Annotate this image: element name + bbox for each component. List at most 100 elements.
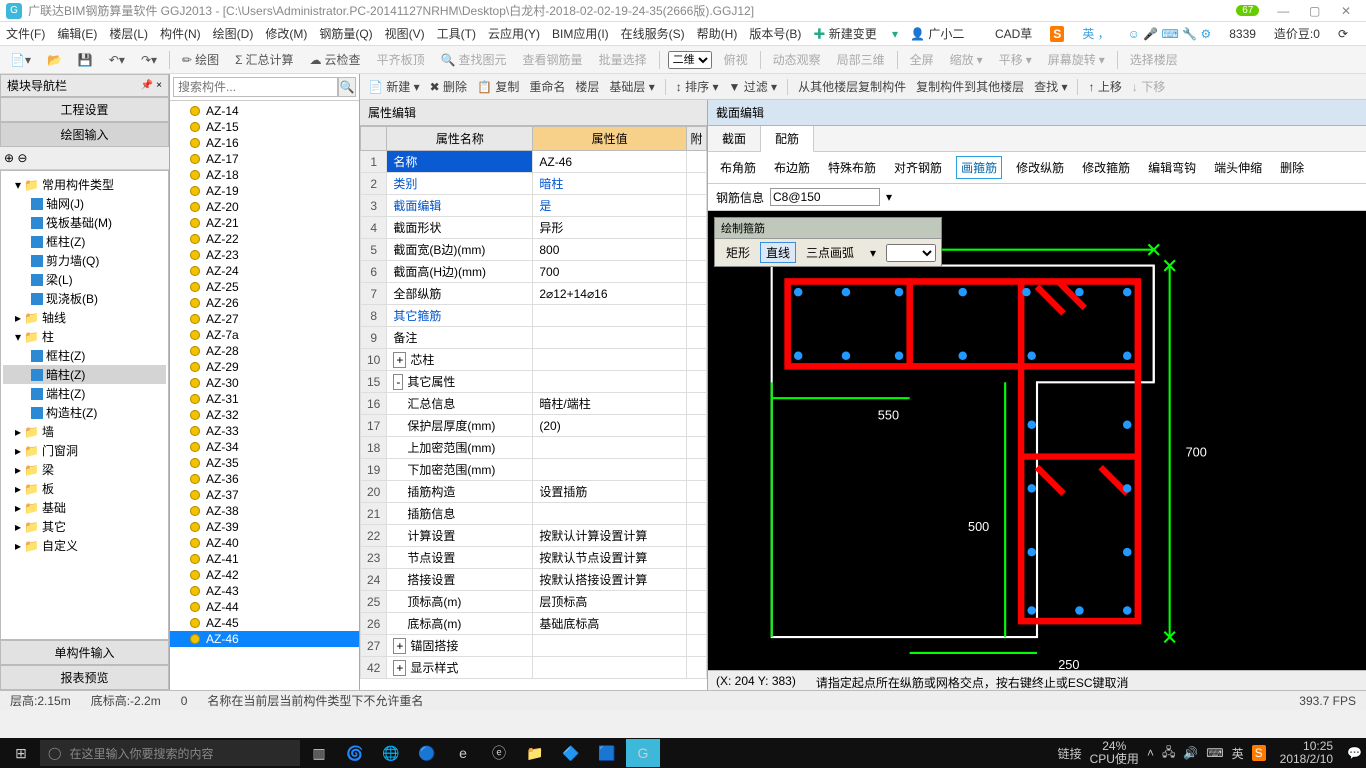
ie-icon[interactable]: ⓔ [482, 739, 516, 767]
sogou-ime-icon[interactable]: S [1050, 26, 1064, 42]
component-item[interactable]: AZ-34 [170, 439, 359, 455]
rebar-tool[interactable]: 编辑弯钩 [1144, 157, 1200, 178]
draw-mode[interactable]: 直线 [760, 242, 796, 263]
tab-section[interactable]: 截面 [708, 126, 761, 151]
network-icon[interactable]: 🖧 [1162, 743, 1175, 764]
fullscreen-button[interactable]: 全屏 [906, 49, 938, 70]
rebar-info-input[interactable] [770, 188, 880, 206]
component-item[interactable]: AZ-16 [170, 135, 359, 151]
menu-component[interactable]: 构件(N) [160, 25, 201, 42]
app-icon-3[interactable]: 🔵 [410, 739, 444, 767]
rebar-tool[interactable]: 特殊布筋 [824, 157, 880, 178]
component-item[interactable]: AZ-15 [170, 119, 359, 135]
component-item[interactable]: AZ-26 [170, 295, 359, 311]
keyboard-icon[interactable]: ⌨ [1206, 746, 1223, 760]
move-down-button[interactable]: ↓ 下移 [1132, 78, 1165, 95]
redo-icon[interactable]: ↷▾ [137, 51, 161, 69]
property-row[interactable]: 24搭接设置按默认搭接设置计算 [361, 569, 707, 591]
ime-tool-icons[interactable]: ☺ 🎤 ⌨ 🔧 ⚙ [1128, 27, 1212, 41]
copy-to-floor-button[interactable]: 复制构件到其他楼层 [916, 78, 1024, 95]
component-item[interactable]: AZ-46 [170, 631, 359, 647]
component-item[interactable]: AZ-29 [170, 359, 359, 375]
tree-node[interactable]: 梁(L) [3, 270, 166, 289]
menu-tools[interactable]: 工具(T) [437, 25, 476, 42]
tree-node[interactable]: ▸ 📁 门窗洞 [3, 441, 166, 460]
component-item[interactable]: AZ-44 [170, 599, 359, 615]
menu-online[interactable]: 在线服务(S) [621, 25, 685, 42]
clock[interactable]: 10:252018/2/10 [1274, 740, 1339, 766]
property-row[interactable]: 17保护层厚度(mm)(20) [361, 415, 707, 437]
menu-modify[interactable]: 修改(M) [265, 25, 307, 42]
property-row[interactable]: 25顶标高(m)层顶标高 [361, 591, 707, 613]
component-item[interactable]: AZ-14 [170, 103, 359, 119]
copy-from-floor-button[interactable]: 从其他楼层复制构件 [798, 78, 906, 95]
property-row[interactable]: 16汇总信息暗柱/端柱 [361, 393, 707, 415]
new-doc-icon[interactable]: 📄▾ [6, 51, 35, 69]
ime-indicator[interactable]: 英 [1232, 745, 1244, 762]
float-combo[interactable] [886, 244, 936, 262]
find-button[interactable]: 查找 ▾ [1034, 78, 1067, 95]
component-item[interactable]: AZ-45 [170, 615, 359, 631]
undo-icon[interactable]: ↶▾ [105, 51, 129, 69]
align-top-button[interactable]: 平齐板顶 [373, 49, 429, 70]
component-item[interactable]: AZ-40 [170, 535, 359, 551]
property-row[interactable]: 4截面形状异形 [361, 217, 707, 239]
move-up-button[interactable]: ↑ 上移 [1088, 78, 1121, 95]
find-element-button[interactable]: 🔍 查找图元 [437, 49, 511, 70]
component-item[interactable]: AZ-32 [170, 407, 359, 423]
app-icon-4[interactable]: 🔷 [554, 739, 588, 767]
arc-dropdown-icon[interactable]: ▾ [864, 244, 882, 262]
component-item[interactable]: AZ-35 [170, 455, 359, 471]
component-item[interactable]: AZ-41 [170, 551, 359, 567]
floor-select[interactable]: 基础层 ▾ [609, 78, 654, 95]
component-item[interactable]: AZ-23 [170, 247, 359, 263]
tree-node[interactable]: 端柱(Z) [3, 384, 166, 403]
menu-file[interactable]: 文件(F) [6, 25, 45, 42]
system-tray[interactable]: 链接 24% CPU使用 ˄ 🖧 🔊 ⌨ 英 S 10:252018/2/10 … [1058, 740, 1362, 766]
tree-node[interactable]: 框柱(Z) [3, 232, 166, 251]
pin-icon[interactable]: 📌 × [141, 80, 162, 91]
property-row[interactable]: 1名称AZ-46 [361, 151, 707, 173]
component-item[interactable]: AZ-31 [170, 391, 359, 407]
open-icon[interactable]: 📂 [43, 51, 66, 69]
menu-bim[interactable]: BIM应用(I) [552, 25, 609, 42]
property-row[interactable]: 15-其它属性 [361, 371, 707, 393]
new-comp-button[interactable]: 📄 新建 ▾ [368, 78, 420, 95]
tray-up-icon[interactable]: ˄ [1147, 746, 1154, 760]
rename-comp-button[interactable]: 重命名 [529, 78, 565, 95]
component-item[interactable]: AZ-25 [170, 279, 359, 295]
property-row[interactable]: 19下加密范围(mm) [361, 459, 707, 481]
property-row[interactable]: 26底标高(m)基础底标高 [361, 613, 707, 635]
rebar-dropdown-icon[interactable]: ▾ [886, 190, 892, 204]
menu-floor[interactable]: 楼层(L) [109, 25, 148, 42]
property-row[interactable]: 27+锚固搭接 [361, 635, 707, 657]
pan-button[interactable]: 平移 ▾ [995, 49, 1036, 70]
component-type-tree[interactable]: ▾ 📁 常用构件类型 轴网(J) 筏板基础(M) 框柱(Z) 剪力墙(Q) 梁(… [0, 170, 169, 640]
nav-tab-drawing[interactable]: 绘图输入 [0, 122, 169, 147]
rebar-tool[interactable]: 布角筋 [716, 157, 760, 178]
component-item[interactable]: AZ-27 [170, 311, 359, 327]
tree-node[interactable]: ▸ 📁 板 [3, 479, 166, 498]
ggj-taskbar-icon[interactable]: G [626, 739, 660, 767]
tree-node[interactable]: ▾ 📁 柱 [3, 327, 166, 346]
search-button[interactable]: 🔍 [338, 77, 356, 97]
zoom-button[interactable]: 缩放 ▾ [946, 49, 987, 70]
tree-node[interactable]: ▸ 📁 自定义 [3, 536, 166, 555]
filter-button[interactable]: ▼ 过滤 ▾ [728, 78, 777, 95]
delete-comp-button[interactable]: ✖ 删除 [430, 78, 467, 95]
component-item[interactable]: AZ-39 [170, 519, 359, 535]
property-row[interactable]: 7全部纵筋2⌀12+14⌀16 [361, 283, 707, 305]
tab-rebar[interactable]: 配筋 [761, 126, 814, 152]
component-list[interactable]: AZ-14AZ-15AZ-16AZ-17AZ-18AZ-19AZ-20AZ-21… [170, 101, 359, 690]
select-floor-button[interactable]: 选择楼层 [1126, 49, 1182, 70]
close-button[interactable]: ✕ [1332, 4, 1360, 18]
tree-node[interactable]: ▾ 📁 常用构件类型 [3, 175, 166, 194]
component-item[interactable]: AZ-21 [170, 215, 359, 231]
rebar-tool[interactable]: 对齐钢筋 [890, 157, 946, 178]
menu-version[interactable]: 版本号(B) [749, 25, 801, 42]
sum-calc-button[interactable]: Σ 汇总计算 [231, 49, 297, 70]
tree-node[interactable]: ▸ 📁 其它 [3, 517, 166, 536]
component-item[interactable]: AZ-20 [170, 199, 359, 215]
rebar-tool[interactable]: 修改箍筋 [1078, 157, 1134, 178]
tree-node[interactable]: 剪力墙(Q) [3, 251, 166, 270]
